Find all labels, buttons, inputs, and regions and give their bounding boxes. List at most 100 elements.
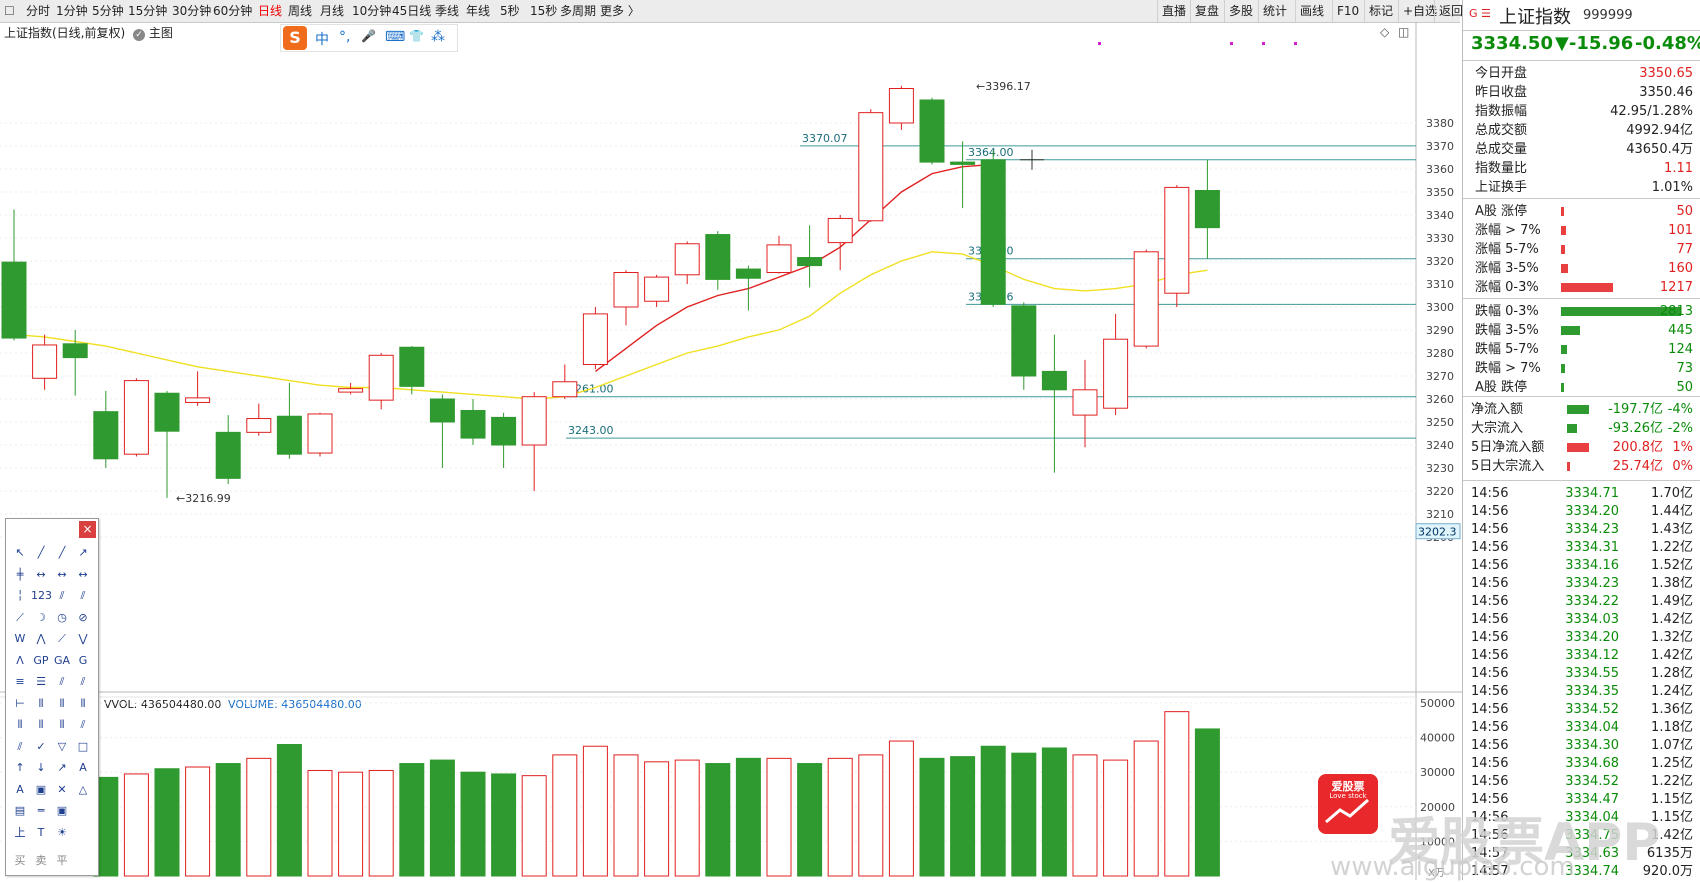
drawing-tool-icon[interactable]: ≡ <box>10 672 30 692</box>
toolbar-button[interactable]: +自选 <box>1398 0 1437 22</box>
toolbar-button[interactable]: 复盘 <box>1190 0 1219 22</box>
toolbar-button[interactable]: 标记 <box>1364 0 1393 22</box>
drawing-tool-icon[interactable]: A <box>73 758 93 778</box>
period-tab[interactable]: 1分钟 <box>56 0 88 22</box>
tick-row: 14:56 3334.23 1.43亿 <box>1463 520 1700 539</box>
drawing-tool-icon[interactable]: ⫽ <box>52 672 72 692</box>
drawing-tool-icon[interactable]: ╱ <box>52 543 72 563</box>
drawing-tool-icon[interactable]: ☀ <box>52 823 72 843</box>
drawing-tool-icon[interactable]: ⋁ <box>73 629 93 649</box>
drawing-tool-icon[interactable]: ╱ <box>31 543 51 563</box>
drawing-tool-icon[interactable]: ⫽ <box>52 586 72 606</box>
drawing-tool-icon[interactable]: ↔ <box>52 565 72 585</box>
period-tab[interactable]: 60分钟 <box>213 0 252 22</box>
period-tab[interactable]: 季线 <box>435 0 459 22</box>
drawing-tool-icon[interactable]: ☰ <box>31 672 51 692</box>
drawing-tool-icon[interactable]: A <box>10 780 30 800</box>
flow-row: 5日净流入额 200.8亿 1% <box>1463 438 1700 457</box>
drawing-tool-icon[interactable]: ✓ <box>31 737 51 757</box>
drawing-tool-icon[interactable]: ◷ <box>52 608 72 628</box>
drawing-tool-icon[interactable]: GP <box>31 651 51 671</box>
drawing-tool-icon[interactable]: ↔ <box>31 565 51 585</box>
drawing-tool-icon[interactable] <box>73 823 93 843</box>
drawing-tool-icon[interactable]: ↔ <box>73 565 93 585</box>
drawing-tool-icon[interactable]: ⊘ <box>73 608 93 628</box>
drawing-tool-icon[interactable]: ⦀ <box>31 715 51 735</box>
period-tab[interactable]: 周线 <box>288 0 312 22</box>
drawing-tool-icon[interactable]: W <box>10 629 30 649</box>
period-tab[interactable]: 更多 〉 <box>600 0 640 22</box>
toolbar-button[interactable]: 画线 <box>1295 0 1324 22</box>
drawing-tool-icon[interactable]: 上 <box>10 823 30 843</box>
drawing-tool-icon[interactable]: ⟋ <box>10 608 30 628</box>
period-tab[interactable]: 分时 <box>26 0 50 22</box>
toolbar-button[interactable]: 多股 <box>1224 0 1253 22</box>
trade-shortcut[interactable]: 卖 <box>31 851 51 871</box>
drawing-tool-icon[interactable]: ↖ <box>10 543 30 563</box>
drawing-tool-icon[interactable]: ═ <box>31 801 51 821</box>
period-tab[interactable]: 年线 <box>466 0 490 22</box>
drawing-tool-icon[interactable]: ⦀ <box>73 694 93 714</box>
period-tab[interactable]: 15分钟 <box>128 0 167 22</box>
drawing-tool-icon[interactable] <box>73 801 93 821</box>
toolbox-close-button[interactable]: × <box>79 521 96 538</box>
kline-chart[interactable]: 3380 3370 3360 3350 3340 3330 3320 3310 3300 3290… <box>0 22 1462 880</box>
toolbar-button[interactable]: F10 <box>1332 0 1359 22</box>
drawing-tool-icon[interactable]: 123 <box>31 586 52 606</box>
toolbar-button[interactable]: 直播 <box>1157 0 1186 22</box>
drawing-tool-icon[interactable]: ✕ <box>52 780 72 800</box>
drawing-tool-icon[interactable]: ⫽ <box>10 737 30 757</box>
period-tab[interactable]: 30分钟 <box>172 0 211 22</box>
header-menu-icon[interactable]: G ☰ <box>1469 7 1491 20</box>
drawing-tool-icon[interactable]: ▽ <box>52 737 72 757</box>
drawing-tool-icon[interactable]: ☽ <box>31 608 51 628</box>
period-tab[interactable]: 日线 <box>258 0 282 22</box>
drawing-tool-icon[interactable]: ⟋ <box>52 629 72 649</box>
drawing-tool-icon[interactable]: ▤ <box>10 801 30 821</box>
drawing-tool-icon[interactable]: G <box>73 651 93 671</box>
drawing-tool-icon[interactable]: ⊢ <box>10 694 30 714</box>
drawing-tool-icon[interactable]: □ <box>73 737 93 757</box>
drawing-tool-icon[interactable]: ↗ <box>52 758 72 778</box>
drawing-tool-icon[interactable]: ⫽ <box>73 715 93 735</box>
drawing-tool-icon[interactable]: ᐱ <box>10 651 30 671</box>
period-tab[interactable]: 10分钟 <box>352 0 391 22</box>
drawing-tool-icon[interactable]: ⦀ <box>52 715 72 735</box>
volume-bar <box>582 745 608 877</box>
toolbar-toggle-icon[interactable]: ☐ <box>4 0 16 22</box>
drawing-tool-icon[interactable]: ↓ <box>31 758 51 778</box>
tick-row: 14:56 3334.03 1.42亿 <box>1463 610 1700 629</box>
drawing-tool-icon[interactable]: ⋀ <box>31 629 51 649</box>
drawing-tool-icon[interactable]: ⫽ <box>73 586 93 606</box>
drawing-tool-icon[interactable]: ╪ <box>10 565 30 585</box>
toolbar-button[interactable]: 返回 <box>1434 0 1463 22</box>
drawing-tool-icon[interactable]: ⦀ <box>10 715 30 735</box>
trade-shortcut[interactable]: 平 <box>52 851 72 871</box>
period-tab[interactable]: 多周期 <box>560 0 596 22</box>
drawing-tool-icon[interactable]: ↗ <box>73 543 93 563</box>
quote-header: G ☰ 上证指数 999999 <box>1463 0 1700 31</box>
candlestick <box>215 431 241 479</box>
drawing-tool-icon[interactable]: ▣ <box>31 780 51 800</box>
drawing-tool-icon[interactable]: ╎ <box>10 586 30 606</box>
toolbar-button[interactable]: 统计 <box>1258 0 1287 22</box>
drawing-tool-icon[interactable]: ⦀ <box>52 694 72 714</box>
period-tab[interactable]: 5秒 <box>500 0 520 22</box>
drawing-tool-icon[interactable]: ↑ <box>10 758 30 778</box>
candlestick <box>613 272 639 308</box>
stat-label: 总成交额 <box>1475 123 1528 138</box>
trade-shortcut[interactable]: 买 <box>10 851 30 871</box>
drawing-tool-icon[interactable]: ▣ <box>52 801 72 821</box>
drawing-tool-icon[interactable]: ⫽ <box>73 672 93 692</box>
drawing-tool-icon[interactable]: GA <box>52 651 72 671</box>
volume-bar <box>919 757 945 877</box>
period-tab[interactable]: 45日线 <box>392 0 431 22</box>
drawing-tool-icon[interactable]: ⦀ <box>31 694 51 714</box>
drawing-tool-icon[interactable]: △ <box>73 780 93 800</box>
drawing-toolbox[interactable]: × ↖ ╱ ╱ ↗ ╪ ↔ ↔ ↔ ╎ 123 ⫽ ⫽ ⟋ ☽ ◷ ⊘ W ⋀ ⟋ ⋁ ᐱ GP GA G ≡ ☰ ⫽ ⫽ ⊢ ⦀ ⦀ ⦀ ⦀ ⦀… <box>5 518 99 876</box>
drawing-tool-icon[interactable]: T <box>31 823 51 843</box>
period-tab[interactable]: 月线 <box>320 0 344 22</box>
period-tab[interactable]: 5分钟 <box>92 0 124 22</box>
period-tab[interactable]: 15秒 <box>530 0 557 22</box>
index-code: 999999 <box>1583 8 1633 23</box>
